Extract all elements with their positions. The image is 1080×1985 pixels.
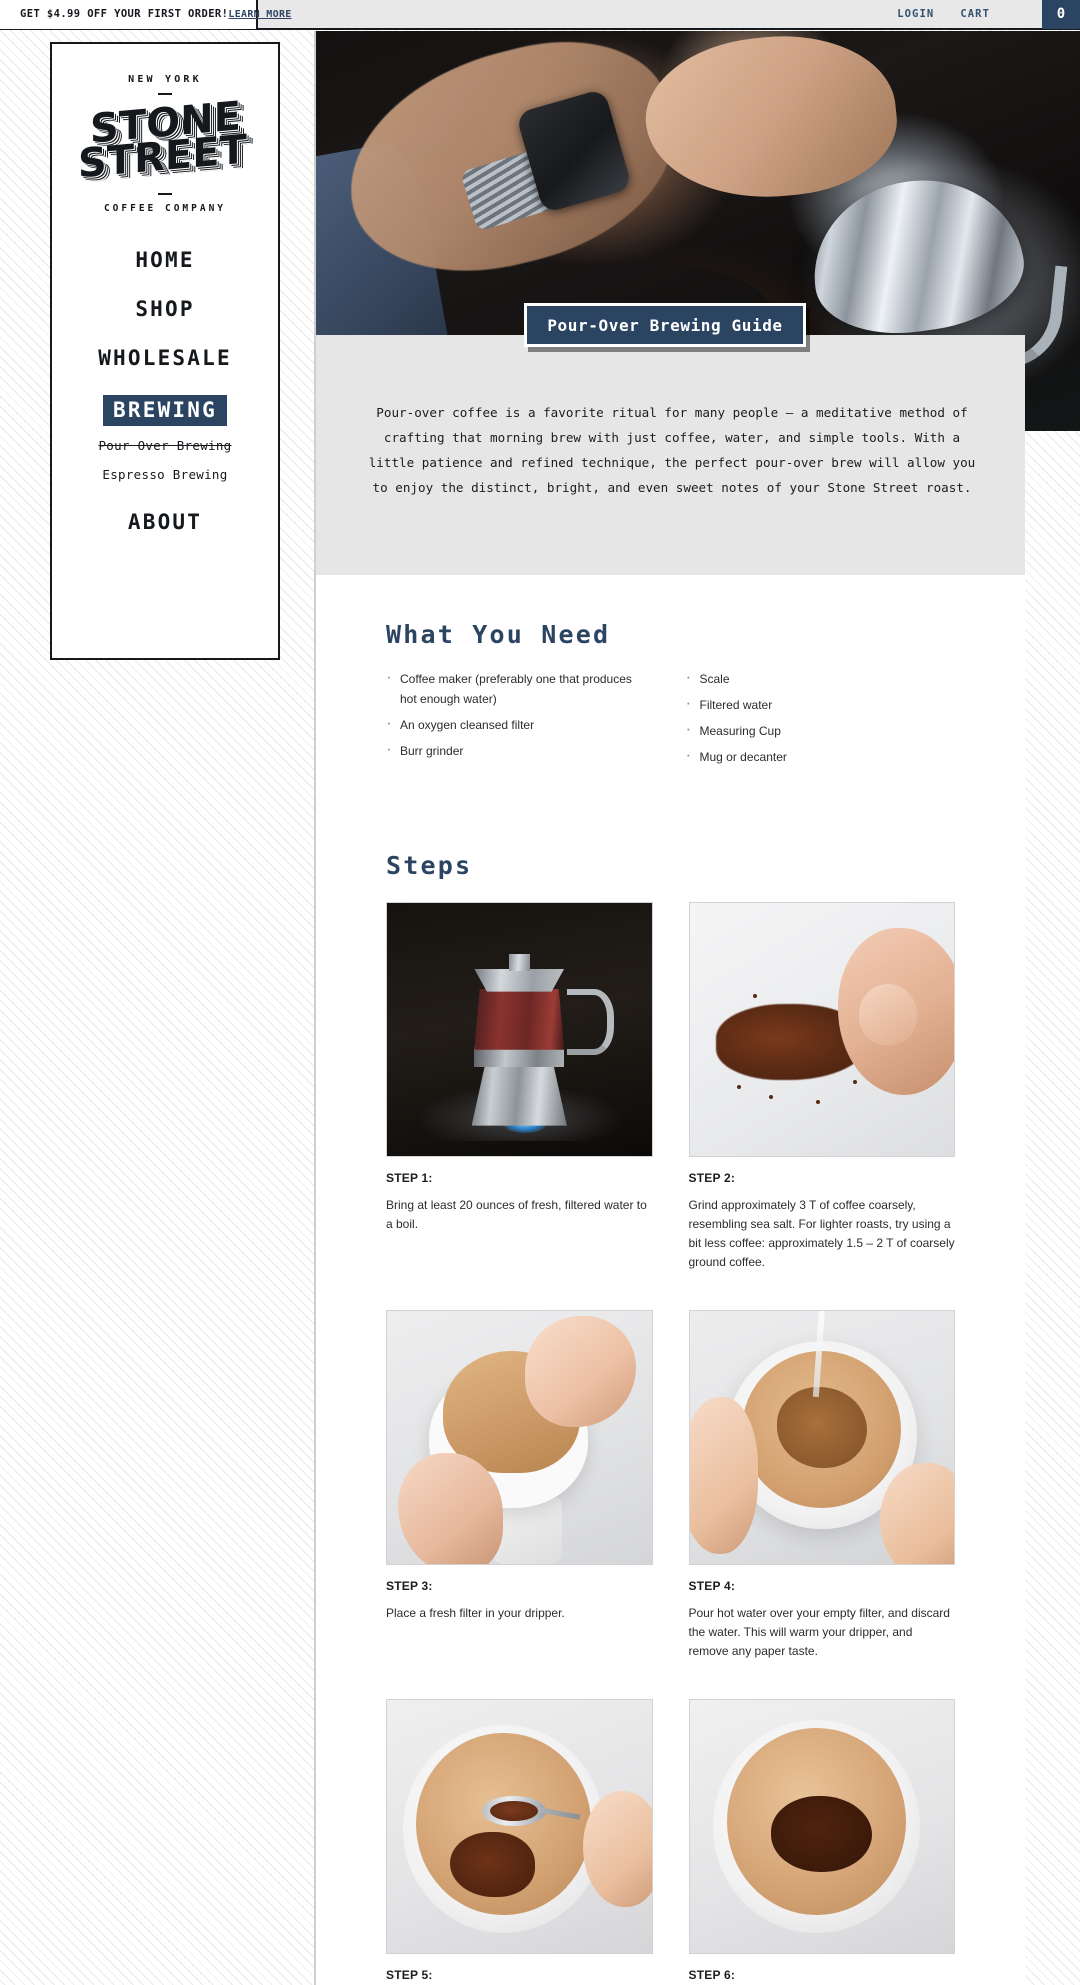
nav-item-home[interactable]: HOME: [135, 248, 194, 272]
main-content: What You Need Coffee maker (preferably o…: [316, 575, 1025, 1985]
moka-pot-photo: [387, 903, 652, 1156]
step-image-4: [688, 1310, 955, 1565]
what-you-need-list-left: Coffee maker (preferably one that produc…: [386, 667, 656, 773]
subnav-item-espresso-brewing[interactable]: Espresso Brewing: [102, 467, 227, 482]
list-item: Filtered water: [686, 693, 936, 715]
list-item: Coffee maker (preferably one that produc…: [386, 667, 636, 709]
sidebar: NEW YORK STONE STREET COFFEE COMPANY HOM…: [50, 42, 280, 660]
step-label: STEP 5:: [386, 1968, 433, 1982]
step-image-2: [688, 902, 955, 1157]
content-left-edge: [314, 31, 316, 1985]
page-root: GET $4.99 OFF YOUR FIRST ORDER! LEARN MO…: [0, 0, 1080, 1985]
brewing-subnav: Pour Over Brewing Espresso Brewing: [98, 438, 231, 482]
rinsing-filter-photo: [689, 1311, 955, 1564]
main-navigation: HOME SHOP WHOLESALE BREWING Pour Over Br…: [52, 248, 278, 559]
promo-zone: GET $4.99 OFF YOUR FIRST ORDER! LEARN MO…: [0, 0, 291, 29]
steps-heading: Steps: [386, 851, 473, 880]
step-label: STEP 3:: [386, 1579, 433, 1593]
cart-count-badge[interactable]: 0: [1042, 0, 1080, 29]
list-item: Burr grinder: [386, 739, 636, 761]
step-image-1: [386, 902, 653, 1157]
step-card: STEP 6:: [688, 1699, 955, 1985]
filter-in-dripper-photo: [387, 1311, 652, 1564]
steps-grid: STEP 1: Bring at least 20 ounces of fres…: [386, 902, 955, 1985]
list-item: Mug or decanter: [686, 745, 936, 767]
step-image-6: [688, 1699, 955, 1954]
list-item: Measuring Cup: [686, 719, 936, 741]
site-logo[interactable]: NEW YORK STONE STREET COFFEE COMPANY: [75, 74, 255, 214]
intro-paragraph: Pour-over coffee is a favorite ritual fo…: [368, 405, 976, 495]
step-card: STEP 1: Bring at least 20 ounces of fres…: [386, 902, 653, 1272]
nav-item-wholesale[interactable]: WHOLESALE: [98, 346, 232, 370]
step-label: STEP 1:: [386, 1171, 433, 1185]
nav-item-about[interactable]: ABOUT: [128, 510, 202, 534]
page-title-plaque: Pour-Over Brewing Guide: [524, 303, 806, 347]
step-text: Pour hot water over your empty filter, a…: [688, 1606, 950, 1658]
step-card: STEP 5:: [386, 1699, 653, 1985]
coffee-grounds-photo: [689, 903, 955, 1156]
step-card: STEP 4: Pour hot water over your empty f…: [688, 1310, 955, 1661]
bloomed-grounds-photo: [689, 1700, 954, 1953]
nav-item-brewing[interactable]: BREWING: [103, 395, 227, 426]
what-you-need-list-right: Scale Filtered water Measuring Cup Mug o…: [686, 667, 956, 773]
scooping-grounds-photo: [387, 1700, 652, 1953]
step-text: Grind approximately 3 T of coffee coarse…: [688, 1198, 955, 1269]
cart-link[interactable]: CART: [960, 8, 990, 20]
step-label: STEP 2:: [688, 1171, 736, 1185]
what-you-need-heading: What You Need: [386, 620, 611, 649]
step-label: STEP 6:: [688, 1968, 736, 1982]
subnav-item-pour-over-brewing[interactable]: Pour Over Brewing: [98, 438, 231, 453]
step-text: Bring at least 20 ounces of fresh, filte…: [386, 1198, 647, 1231]
logo-divider-top: [158, 93, 172, 95]
intro-panel: Pour-over coffee is a favorite ritual fo…: [316, 335, 1025, 575]
logo-line-2: STREET: [77, 126, 247, 188]
nav-item-shop[interactable]: SHOP: [135, 297, 194, 321]
step-image-3: [386, 1310, 653, 1565]
announcement-bar: GET $4.99 OFF YOUR FIRST ORDER! LEARN MO…: [0, 0, 1080, 30]
step-label: STEP 4:: [688, 1579, 736, 1593]
promo-text: GET $4.99 OFF YOUR FIRST ORDER!: [20, 8, 229, 20]
step-card: STEP 2: Grind approximately 3 T of coffe…: [688, 902, 955, 1272]
step-image-5: [386, 1699, 653, 1954]
topbar-right: LOGIN CART 0: [258, 0, 1080, 29]
what-you-need-grid: Coffee maker (preferably one that produc…: [386, 667, 956, 773]
logo-bottom-text: COFFEE COMPANY: [103, 203, 227, 214]
login-link[interactable]: LOGIN: [897, 8, 934, 20]
list-item: Scale: [686, 667, 936, 689]
logo-top-text: NEW YORK: [128, 74, 202, 85]
step-card: STEP 3: Place a fresh filter in your dri…: [386, 1310, 653, 1661]
page-title: Pour-Over Brewing Guide: [547, 315, 783, 335]
step-text: Place a fresh filter in your dripper.: [386, 1606, 565, 1620]
logo-divider-bottom: [158, 193, 172, 195]
list-item: An oxygen cleansed filter: [386, 713, 636, 735]
